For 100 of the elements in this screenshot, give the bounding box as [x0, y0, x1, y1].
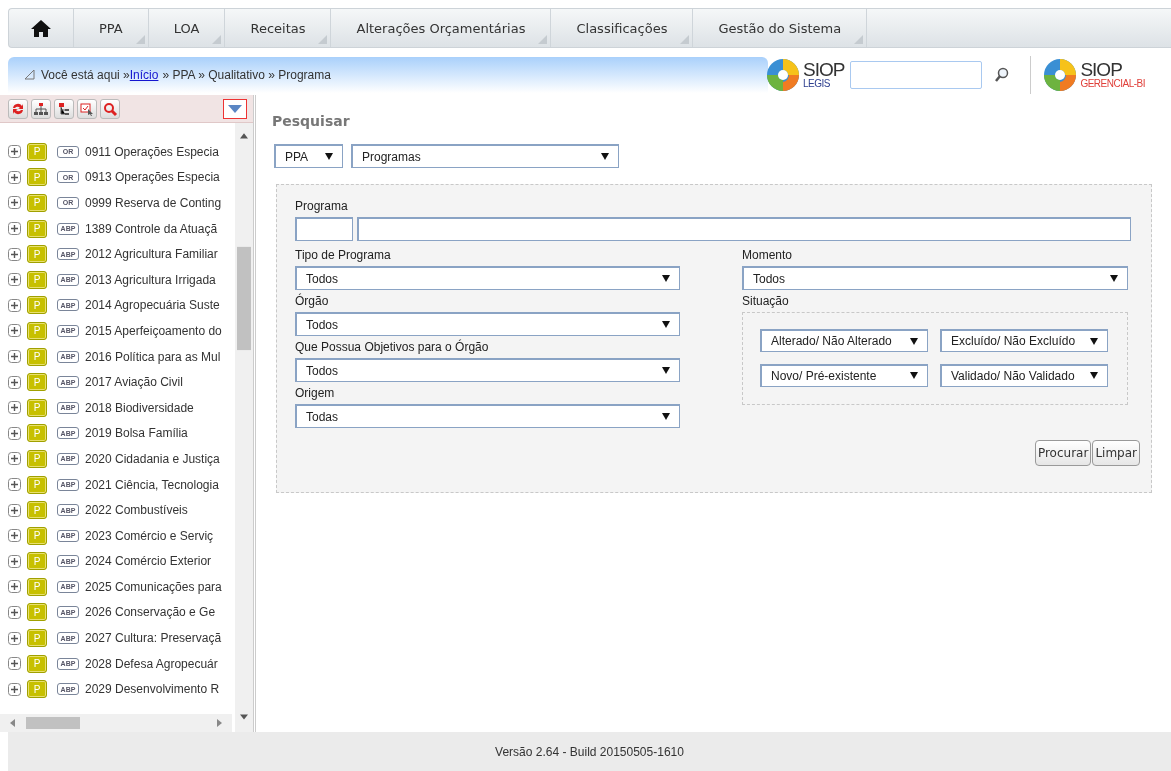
expand-icon[interactable] [8, 273, 21, 287]
expand-icon[interactable] [8, 324, 21, 338]
plan-select[interactable]: PPA [274, 144, 343, 168]
program-badge: P [27, 577, 47, 596]
expand-icon[interactable] [8, 222, 21, 236]
corner-icon [854, 35, 864, 44]
toolbar-button[interactable] [54, 98, 74, 119]
expand-icon[interactable] [8, 196, 21, 210]
corner-icon [135, 35, 145, 44]
siop-logo[interactable]: SIOP LEGIS [766, 57, 845, 92]
horizontal-scrollbar[interactable] [0, 714, 232, 732]
caret-icon [662, 367, 670, 374]
caret-icon [662, 275, 670, 282]
toolbar-button[interactable] [100, 98, 120, 119]
siop-logo[interactable]: SIOP GERENCIAL-BI [1043, 57, 1145, 92]
menu-tab[interactable]: Receitas [225, 9, 332, 47]
expand-icon[interactable] [8, 606, 21, 619]
filter-select[interactable]: Novo/ Pré-existente [760, 363, 928, 387]
dropdown-button[interactable] [223, 98, 247, 119]
expand-icon[interactable] [8, 350, 21, 364]
program-label: 2013 Agricultura Irrigada [85, 272, 216, 287]
expand-icon[interactable] [8, 452, 21, 466]
logo-icon [766, 57, 800, 92]
breadcrumb-text: Você está aqui » [41, 67, 130, 82]
program-label: 0999 Reserva de Conting [85, 196, 222, 210]
filter-select[interactable]: Todos [742, 266, 1128, 290]
program-badge: P [27, 501, 47, 520]
page-title: Pesquisar [272, 113, 351, 129]
search-field[interactable] [850, 60, 983, 89]
filter-select[interactable]: Todas [295, 404, 680, 428]
action-button[interactable]: Limpar [1092, 440, 1140, 466]
filter-select[interactable]: Excluído/ Não Excluído [940, 329, 1108, 352]
caret-icon [910, 372, 918, 379]
logo-subtitle: GERENCIAL-BI [1080, 79, 1145, 89]
program-label: 2015 Aperfeiçoamento do [85, 323, 222, 338]
home-icon [31, 19, 51, 37]
expand-icon[interactable] [8, 375, 21, 389]
toolbar-button[interactable] [31, 98, 51, 119]
program-label: 2024 Comércio Exterior [85, 554, 212, 569]
code-field[interactable] [295, 217, 353, 241]
caret-icon [910, 337, 918, 345]
field-label: Órgão [295, 294, 330, 308]
breadcrumb-text: » PPA » Qualitativo » Programa [162, 67, 331, 82]
program-badge: P [27, 245, 47, 264]
filter-select[interactable]: Alterado/ Não Alterado [760, 329, 928, 352]
toolbar-button[interactable] [8, 98, 28, 119]
hierarchy-icon [33, 100, 49, 117]
program-label: 2019 Bolsa Família [85, 426, 188, 441]
program-badge: P [27, 142, 47, 161]
expand-icon[interactable] [8, 529, 21, 543]
menu-tab[interactable]: LOA [148, 9, 226, 47]
program-label: 2020 Cidadania e Justiça [85, 451, 220, 466]
home-link[interactable]: Início [129, 67, 159, 82]
expand-icon[interactable] [8, 401, 21, 415]
field-label: Tipo de Programa [295, 248, 392, 262]
program-label: 2026 Conservação e Ge [85, 605, 216, 620]
field-label: Que Possua Objetivos para o Órgão [295, 340, 490, 354]
program-label: 2014 Agropecuária Suste [85, 298, 220, 313]
logo-title: SIOP [803, 60, 845, 79]
program-badge: P [27, 347, 47, 366]
filter-select[interactable]: Todos [295, 358, 680, 382]
menu-tab[interactable]: PPA [74, 9, 149, 47]
expand-icon[interactable] [8, 426, 21, 440]
filter-select[interactable]: Validado/ Não Validado [940, 363, 1108, 387]
toolbar-button[interactable] [77, 98, 97, 119]
expand-icon[interactable] [8, 478, 21, 491]
search-icon[interactable] [994, 66, 1011, 83]
program-label: 2023 Comércio e Serviç [85, 528, 214, 543]
expand-icon[interactable] [8, 657, 21, 671]
expand-icon[interactable] [8, 554, 21, 568]
program-badge: P [27, 654, 47, 673]
expand-icon[interactable] [8, 170, 21, 184]
object-select[interactable]: Programas [351, 144, 619, 168]
menu-tab[interactable]: Classificações [551, 9, 694, 47]
logo-title: SIOP [1080, 60, 1122, 79]
program-badge: P [27, 552, 47, 571]
expand-icon[interactable] [8, 247, 21, 261]
program-badge: P [27, 449, 47, 468]
menu-tab[interactable]: Gestão do Sistema [693, 9, 868, 47]
program-badge: P [27, 526, 47, 545]
name-field[interactable] [357, 217, 1131, 241]
expand-icon[interactable] [8, 298, 21, 312]
caret-icon [1090, 372, 1098, 379]
expand-icon[interactable] [8, 682, 21, 696]
program-label: 2018 Biodiversidade [85, 400, 194, 415]
expand-icon[interactable] [8, 145, 21, 159]
program-label: 2017 Aviação Civil [85, 375, 183, 390]
corner-icon [680, 35, 690, 44]
version-text: Versão 2.64 - Build 20150505-1610 [495, 744, 684, 759]
expand-icon[interactable] [8, 580, 21, 594]
filter-select[interactable]: Todos [295, 266, 680, 290]
caret-icon [325, 153, 333, 160]
expand-icon[interactable] [8, 631, 21, 645]
menu-tab[interactable]: Alterações Orçamentárias [331, 9, 552, 47]
action-button[interactable]: Procurar [1034, 440, 1092, 466]
corner-icon [212, 35, 222, 44]
filter-select[interactable]: Todos [295, 312, 680, 336]
expand-icon[interactable] [8, 503, 21, 517]
vertical-scrollbar[interactable] [235, 123, 253, 732]
program-badge: P [27, 475, 47, 494]
